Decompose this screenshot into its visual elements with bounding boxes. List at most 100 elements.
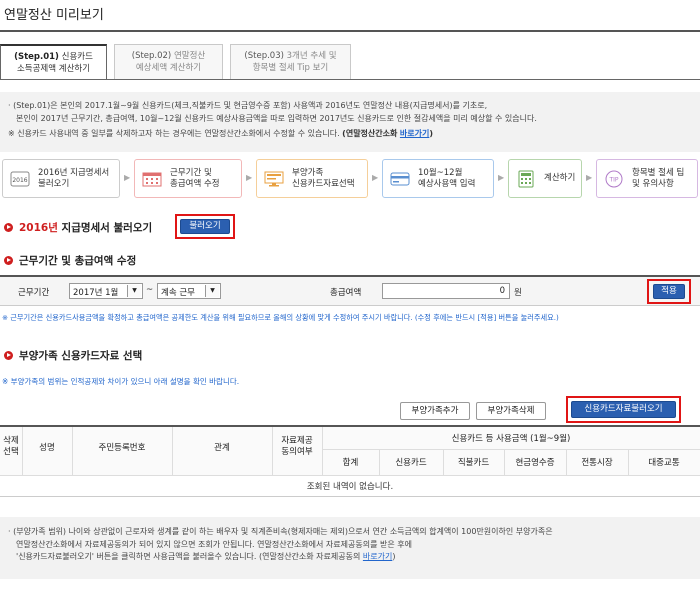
info-note-close: ): [429, 129, 434, 138]
calendar-icon: [141, 170, 163, 188]
salary-input[interactable]: 0: [382, 283, 510, 299]
col-divider: [322, 427, 323, 475]
table-empty-message: 조회된 내역이 없습니다.: [0, 475, 700, 497]
bottom-line-1: · (부양가족 범위) 나이와 상관없이 근로자와 생계를 같이 하는 배우자 …: [8, 527, 553, 536]
page-title: 연말정산 미리보기: [4, 8, 104, 23]
bottom-line-3-close: ): [392, 552, 396, 561]
tab-line1: 신용카드: [61, 52, 93, 62]
tab-line2: 소득공제액 계산하기: [16, 64, 91, 74]
col-cash-receipt: 현금영수증: [515, 458, 555, 468]
monitor-icon: [263, 170, 285, 188]
tab-step-01[interactable]: (Step.01) 신용카드 소득공제액 계산하기: [0, 44, 107, 80]
add-dependent-button[interactable]: 부양가족추가: [400, 402, 470, 420]
step-line2: 예상사용액 입력: [418, 178, 476, 189]
col-divider: [379, 449, 380, 475]
period-label: 근무기간: [18, 288, 50, 298]
document-2016-icon: 2016: [9, 170, 31, 188]
step-edit-period: 근무기간 및 총급여액 수정: [134, 159, 242, 198]
col-divider: [504, 449, 505, 475]
section-select-dependents: 부양가족 신용카드자료 선택: [4, 348, 142, 363]
col-debit-card: 직불카드: [457, 458, 490, 468]
col-total: 합계: [342, 458, 359, 468]
arrow-icon: ▶: [124, 173, 131, 182]
apply-button[interactable]: 적용: [653, 284, 685, 299]
col-divider: [566, 449, 567, 475]
col-divider: [443, 449, 444, 475]
period-start-value: 2017년 1월: [73, 288, 119, 298]
load-card-data-button[interactable]: 신용카드자료불러오기: [571, 401, 676, 418]
delete-dependent-button[interactable]: 부양가족삭제: [476, 402, 546, 420]
step-calculate: 계산하기: [508, 159, 582, 198]
col-delete-select: 삭제 선택: [0, 436, 22, 458]
simplified-service-link[interactable]: 바로가기: [400, 129, 429, 138]
tab-step-label: (Step.03): [244, 51, 284, 61]
section-load-statement: 2016년 지급명세서 불러오기: [4, 220, 152, 235]
col-group-card-usage: 신용카드 등 사용금액 (1월~9월): [451, 434, 571, 444]
tab-step-02[interactable]: (Step.02) 연말정산 예상세액 계산하기: [114, 44, 223, 79]
info-line-2: 본인이 2017년 근무기간, 총급여액, 10월~12월 신용카드 예상사용금…: [16, 113, 537, 123]
load-statement-button[interactable]: 불러오기: [180, 219, 230, 234]
tip-icon: TIP: [603, 170, 625, 188]
tab-step-03[interactable]: (Step.03) 3개년 추세 및 항목별 절세 Tip 보기: [230, 44, 351, 79]
period-end-value: 계속 근무: [161, 288, 195, 298]
tab-line2: 항목별 절세 Tip 보기: [252, 63, 329, 73]
tab-step-label: (Step.02): [131, 51, 172, 61]
section-title: 부양가족 신용카드자료 선택: [19, 350, 143, 362]
step-line2: 및 유의사항: [632, 178, 674, 189]
tab-line1: 3개년 추세 및: [286, 51, 337, 61]
section-year: 2016년: [19, 222, 58, 234]
bullet-icon: [4, 351, 13, 360]
period-salary-row: 근무기간 2017년 1월 ▼ ~ 계속 근무 ▼ 총급여액 0 원: [0, 275, 700, 306]
col-line1: 자료제공: [281, 436, 313, 446]
step-line2: 총급여액 수정: [170, 178, 220, 189]
col-resident-number: 주민등록번호: [98, 443, 146, 453]
salary-unit: 원: [514, 288, 522, 298]
step-load-statement: 2016 2016년 지급명세서 불러오기: [2, 159, 120, 198]
step-expected-usage: 10월~12월 예상사용액 입력: [382, 159, 494, 198]
bullet-icon: [4, 223, 13, 232]
step-line1: 근무기간 및: [170, 167, 212, 178]
period-note: ※ 근무기간은 신용카드사용금액을 확정하고 총급여액은 공제한도 계산을 위해…: [2, 313, 559, 322]
info-note-text: ※ 신용카드 사용내역 중 일부를 삭제하고자 하는 경우에는 연말정산간소화에…: [8, 129, 340, 138]
step-line1: 10월~12월: [418, 167, 463, 178]
col-traditional-market: 전통시장: [581, 458, 613, 468]
col-divider: [272, 427, 273, 475]
card-icon: [389, 170, 411, 188]
step-tax-tips: TIP 항목별 절세 팁및 유의사항: [596, 159, 698, 198]
arrow-icon: ▶: [372, 173, 379, 182]
svg-text:2016: 2016: [12, 177, 27, 184]
bullet-icon: [4, 256, 13, 265]
col-divider: [72, 427, 73, 475]
col-data-consent: 자료제공 동의여부: [272, 436, 322, 458]
step-line1: 2016년 지급명세서: [38, 167, 110, 178]
calculator-icon: [515, 170, 537, 188]
section-edit-period: 근무기간 및 총급여액 수정: [4, 253, 136, 268]
period-start-select[interactable]: 2017년 1월 ▼: [69, 283, 143, 299]
col-line2: 선택: [3, 447, 19, 457]
tilde: ~: [146, 285, 154, 295]
arrow-icon: ▶: [498, 173, 505, 182]
tab-step-label: (Step.01): [14, 52, 59, 62]
step-line1: 항목별 절세 팁: [632, 167, 685, 178]
col-credit-card: 신용카드: [395, 458, 427, 468]
dependents-note: ※ 부양가족의 범위는 인적공제와 차이가 있으니 아래 설명을 확인 바랍니다…: [2, 377, 240, 386]
col-line1: 삭제: [3, 436, 19, 446]
arrow-icon: ▶: [586, 173, 593, 182]
col-public-transport: 대중교통: [648, 458, 680, 468]
tab-line2: 예상세액 계산하기: [135, 63, 202, 73]
col-divider: [22, 427, 23, 475]
consent-shortcut-link[interactable]: 바로가기: [363, 552, 392, 561]
step-line2: 불러오기: [38, 178, 70, 189]
col-line2: 동의여부: [281, 447, 313, 457]
section-title: 지급명세서 불러오기: [57, 222, 153, 234]
info-box: · (Step.01)은 본인의 2017.1월~9월 신용카드(체크,직불카드…: [0, 92, 700, 152]
bottom-line-3: '신용카드자료불러오기' 버튼을 클릭하면 사용금액을 불러올수 있습니다. (…: [8, 551, 692, 564]
chevron-down-icon: ▼: [127, 285, 141, 297]
step-select-dependents: 부양가족 신용카드자료선택: [256, 159, 368, 198]
svg-text:TIP: TIP: [608, 176, 618, 183]
step-line1: 부양가족: [292, 167, 324, 178]
period-end-select[interactable]: 계속 근무 ▼: [157, 283, 221, 299]
step-line2: 신용카드자료선택: [292, 178, 355, 189]
col-divider: [628, 449, 629, 475]
bottom-line-3-text: '신용카드자료불러오기' 버튼을 클릭하면 사용금액을 불러올수 있습니다. (…: [16, 552, 361, 561]
